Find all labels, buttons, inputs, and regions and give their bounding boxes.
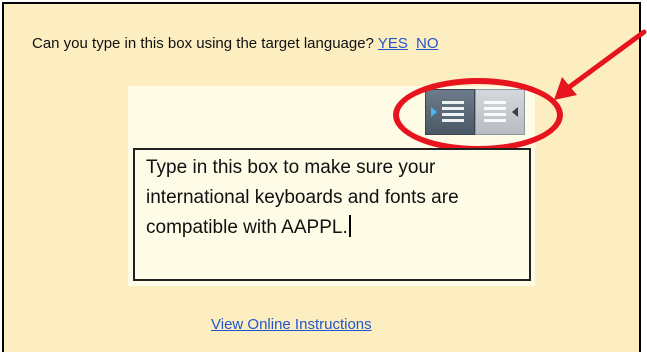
view-instructions-link[interactable]: View Online Instructions [211, 316, 372, 333]
align-right-rtl-icon [484, 101, 518, 122]
right-to-left-button[interactable] [475, 89, 525, 135]
align-left-ltr-icon [431, 101, 464, 122]
language-input-question: Can you type in this box using the targe… [32, 35, 439, 52]
keyboard-test-textarea[interactable]: Type in this box to make sure your inter… [133, 148, 531, 281]
text-cursor [348, 215, 351, 237]
no-link[interactable]: NO [416, 35, 439, 52]
question-text: Can you type in this box using the targe… [32, 35, 374, 52]
left-to-right-button[interactable] [425, 89, 475, 135]
yes-link[interactable]: YES [378, 35, 408, 52]
test-box-text: Type in this box to make sure your inter… [146, 157, 459, 238]
text-direction-toggle [425, 89, 525, 135]
